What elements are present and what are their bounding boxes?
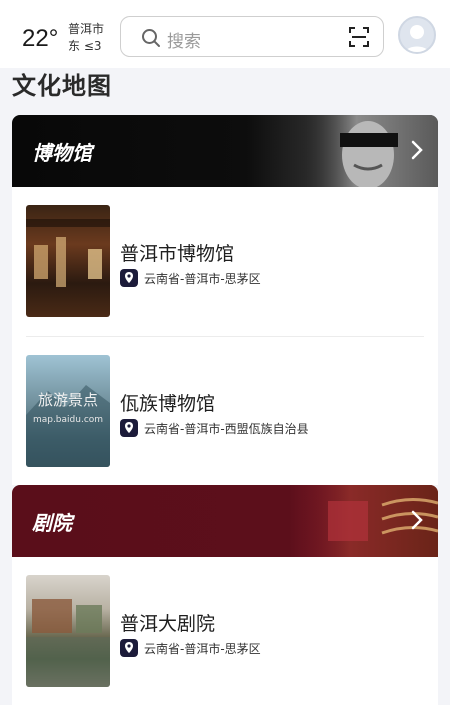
list-item[interactable]: 普洱市博物馆 云南省-普洱市-思茅区 bbox=[12, 187, 438, 335]
user-avatar-icon bbox=[404, 25, 430, 52]
search-input[interactable]: 搜索 bbox=[120, 16, 384, 57]
thumb-url: map.baidu.com bbox=[32, 415, 104, 425]
weather-city: 普洱市 bbox=[68, 22, 105, 36]
theater-list: 普洱大剧院 云南省-普洱市-思茅区 bbox=[12, 557, 438, 705]
museum-list: 普洱市博物馆 云南省-普洱市-思茅区 旅游景点 map.baidu.com 佤族… bbox=[12, 187, 438, 485]
place-name: 佤族博物馆 bbox=[120, 393, 216, 415]
category-label-theater: 剧院 bbox=[32, 511, 72, 535]
place-address: 云南省-普洱市-思茅区 bbox=[144, 272, 261, 286]
category-label-museum: 博物馆 bbox=[32, 141, 92, 165]
search-placeholder: 搜索 bbox=[167, 32, 201, 52]
list-item[interactable]: 旅游景点 map.baidu.com 佤族博物馆 云南省-普洱市-西盟佤族自治县 bbox=[12, 337, 438, 485]
place-name: 普洱大剧院 bbox=[120, 613, 216, 635]
search-icon bbox=[142, 29, 160, 47]
chevron-right-icon bbox=[411, 140, 423, 160]
museum-photo bbox=[26, 205, 110, 317]
page-title: 文化地图 bbox=[12, 72, 112, 100]
category-banner-theater[interactable]: 剧院 bbox=[12, 485, 438, 557]
category-banner-museum[interactable]: 博物馆 bbox=[12, 115, 438, 187]
chevron-right-icon bbox=[411, 510, 423, 530]
theater-photo bbox=[26, 575, 110, 687]
weather-wind: 东 ≤3 bbox=[68, 39, 102, 53]
top-bar: 22° 普洱市 东 ≤3 搜索 bbox=[0, 0, 450, 68]
list-item[interactable]: 普洱大剧院 云南省-普洱市-思茅区 bbox=[12, 557, 438, 705]
location-pin-icon bbox=[120, 639, 138, 657]
place-address: 云南省-普洱市-思茅区 bbox=[144, 642, 261, 656]
location-pin-icon bbox=[120, 269, 138, 287]
location-pin-icon bbox=[120, 419, 138, 437]
temperature: 22° bbox=[22, 25, 59, 52]
scan-icon[interactable] bbox=[349, 27, 369, 47]
scenic-placeholder-image: 旅游景点 map.baidu.com bbox=[26, 355, 110, 467]
avatar[interactable] bbox=[398, 16, 436, 54]
place-address: 云南省-普洱市-西盟佤族自治县 bbox=[144, 422, 309, 436]
place-name: 普洱市博物馆 bbox=[120, 243, 235, 265]
thumb-title: 旅游景点 bbox=[37, 391, 98, 409]
